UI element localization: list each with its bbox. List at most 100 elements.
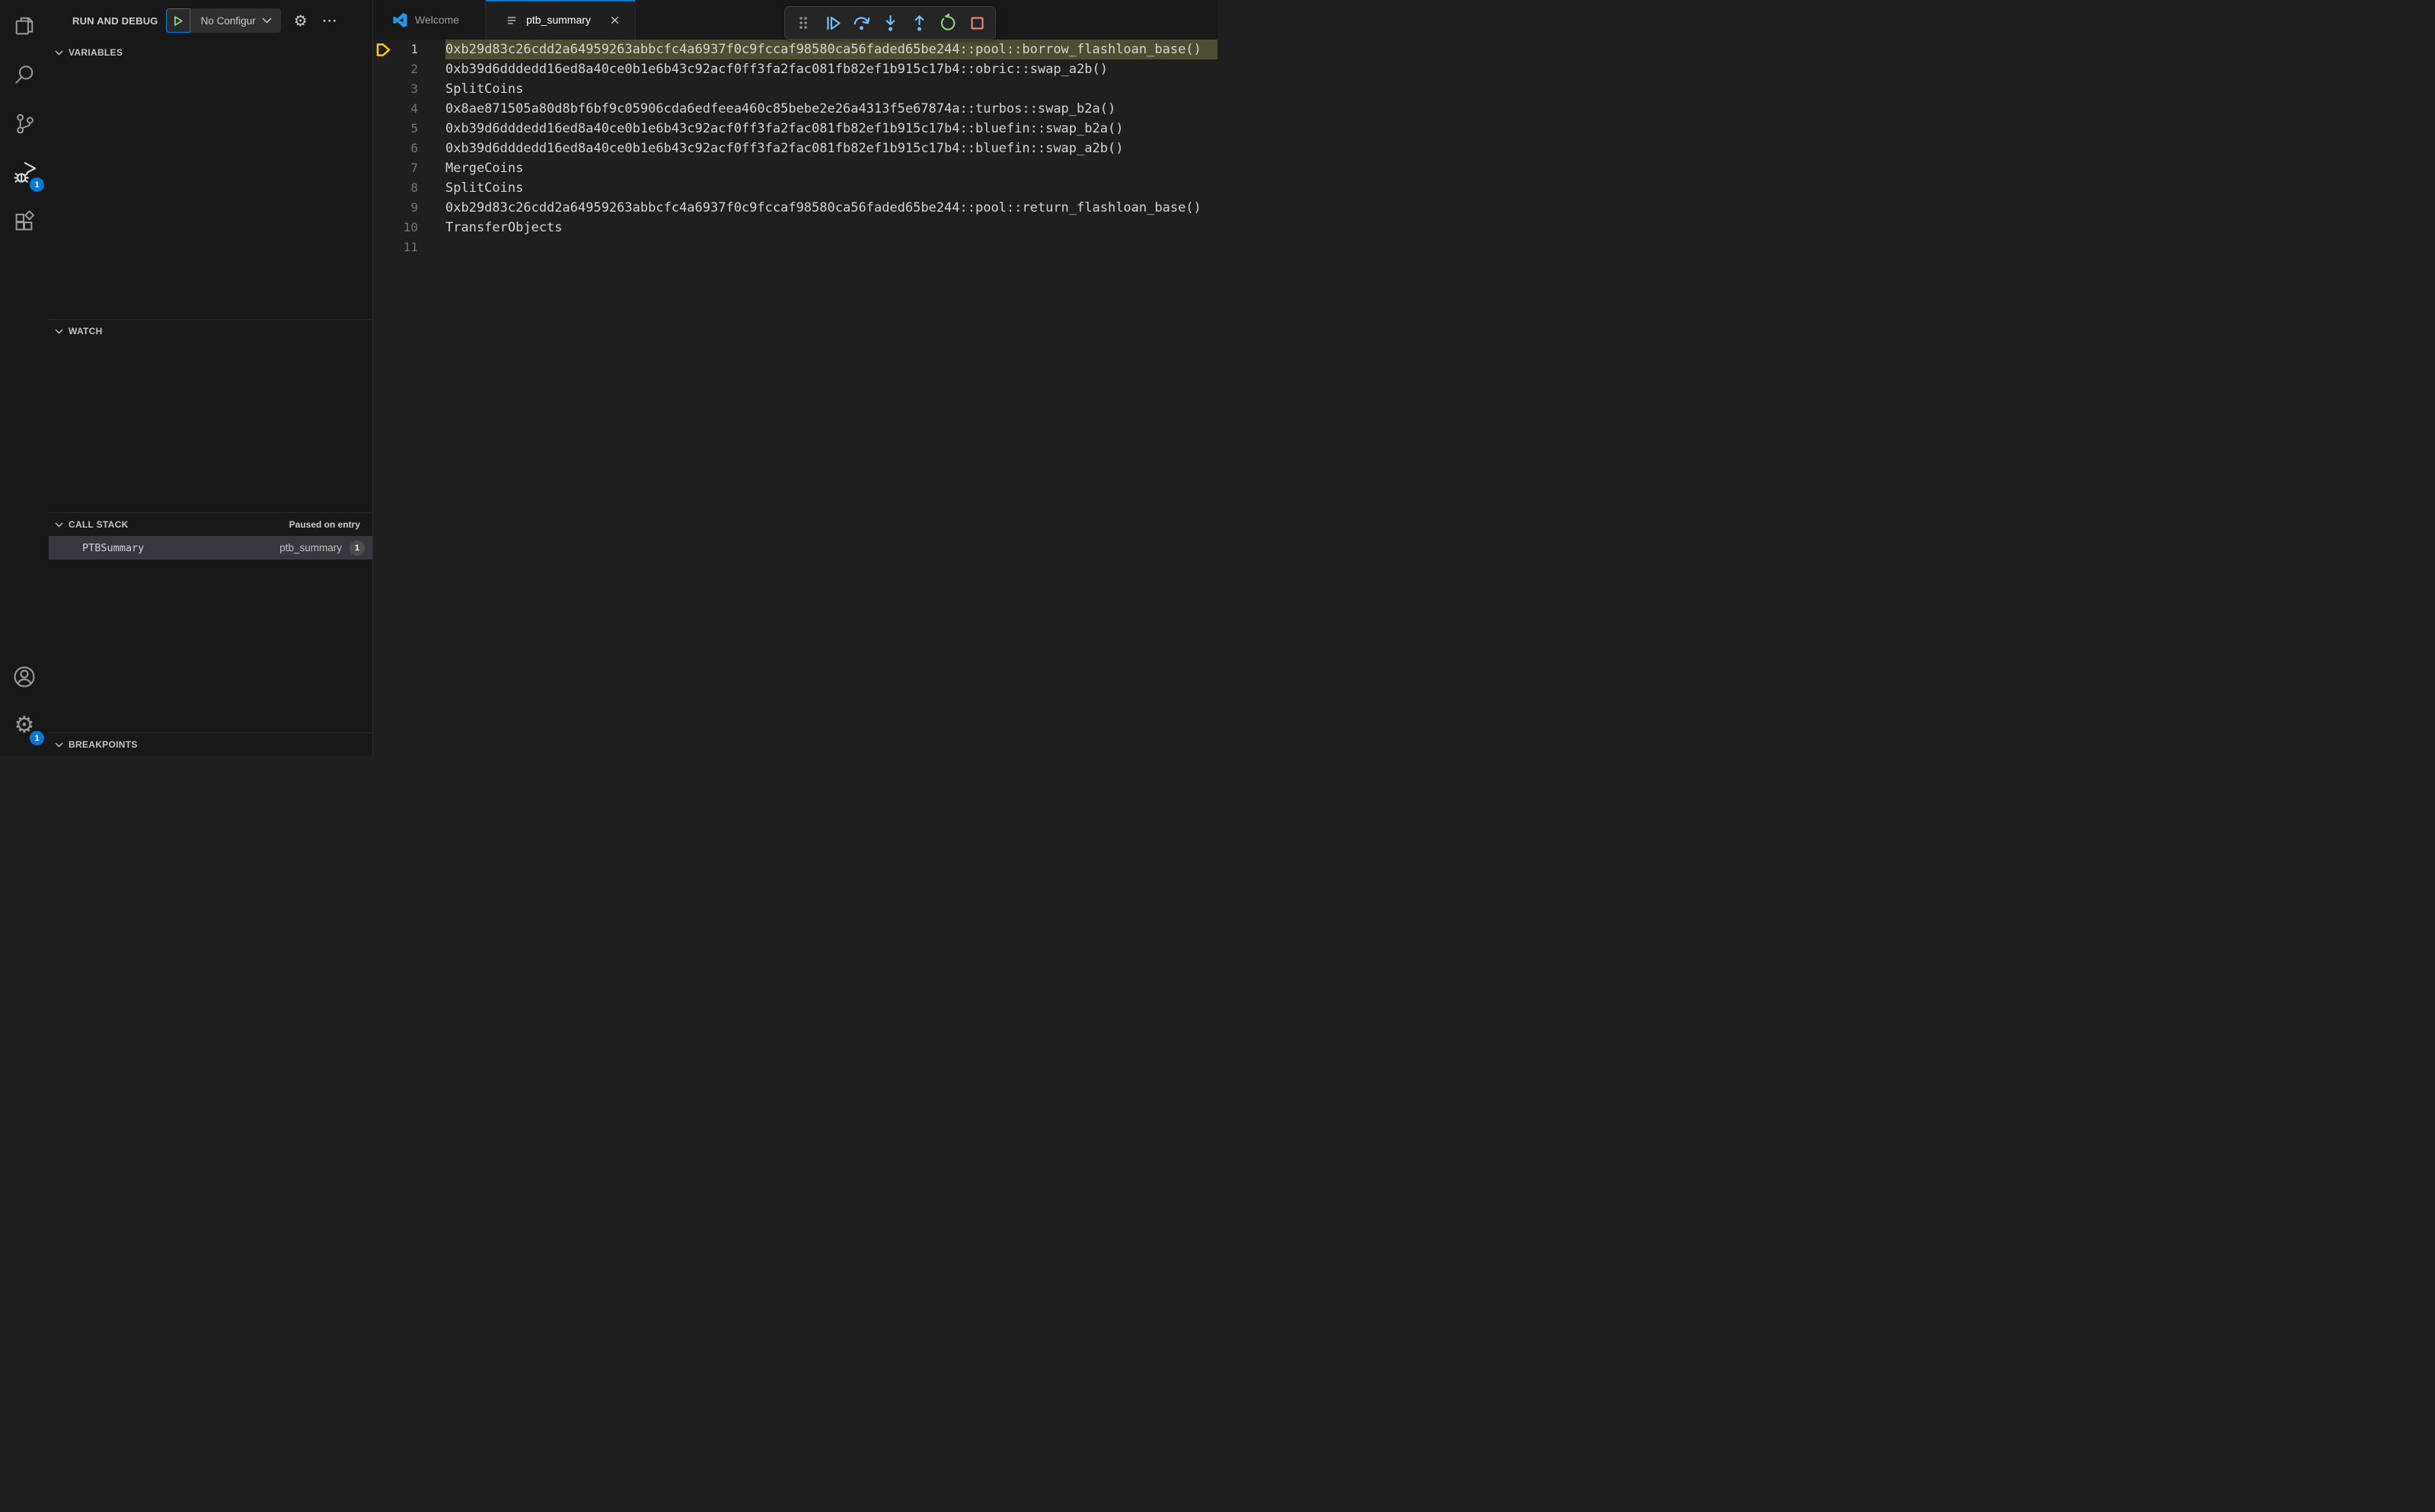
editor-gutter[interactable]: 5 xyxy=(373,119,445,139)
watch-section-header[interactable]: WATCH xyxy=(49,320,372,343)
line-text: MergeCoins xyxy=(445,161,524,176)
call-stack-list: PTBSummary ptb_summary 1 xyxy=(49,536,372,560)
variables-section: VARIABLES xyxy=(49,41,372,319)
debug-toolbar xyxy=(784,6,996,40)
call-stack-frame[interactable]: PTBSummary ptb_summary 1 xyxy=(49,536,372,560)
continue-button[interactable] xyxy=(820,11,844,35)
code-line[interactable]: 3 SplitCoins xyxy=(373,79,1218,99)
call-stack-title: CALL STACK xyxy=(69,519,129,531)
restart-button[interactable] xyxy=(936,11,960,35)
editor-gutter[interactable]: 3 xyxy=(373,79,445,99)
settings-gear-icon: ⚙ xyxy=(293,11,308,30)
line-text: 0xb29d83c26cdd2a64959263abbcfc4a6937f0c9… xyxy=(445,40,1218,59)
breakpoints-section-header[interactable]: BREAKPOINTS xyxy=(49,733,372,756)
breakpoints-section: BREAKPOINTS xyxy=(49,732,372,756)
line-text: 0xb39d6dddedd16ed8a40ce0b1e6b43c92acf0ff… xyxy=(445,121,1124,136)
activity-item-extensions[interactable] xyxy=(6,203,43,239)
tab-ptb-summary[interactable]: ptb_summary xyxy=(486,0,636,40)
toolbar-drag-handle[interactable] xyxy=(791,11,815,35)
close-tab-button[interactable] xyxy=(608,12,623,27)
editor-gutter[interactable]: 2 xyxy=(373,59,445,79)
code-line[interactable]: 11 xyxy=(373,238,1218,257)
frame-name: PTBSummary xyxy=(82,541,145,554)
step-out-button[interactable] xyxy=(907,11,931,35)
activity-item-run-and-debug[interactable]: 1 xyxy=(6,154,44,192)
tab-welcome-label: Welcome xyxy=(415,14,460,26)
tab-welcome[interactable]: Welcome xyxy=(373,0,487,40)
close-icon xyxy=(611,16,619,24)
line-number: 7 xyxy=(410,161,418,175)
activity-item-accounts[interactable] xyxy=(6,659,43,695)
activity-item-settings[interactable]: ⚙ 1 xyxy=(6,707,44,745)
debug-step-out-icon xyxy=(914,14,924,31)
editor-gutter[interactable]: 6 xyxy=(373,139,445,158)
vscode-logo-icon xyxy=(393,12,407,27)
step-into-button[interactable] xyxy=(878,11,902,35)
extensions-icon xyxy=(15,210,34,231)
chevron-down-icon xyxy=(55,742,63,748)
watch-section: WATCH xyxy=(49,319,372,512)
call-stack-status: Paused on entry xyxy=(289,519,360,531)
line-text xyxy=(445,238,1218,257)
call-stack-section-header[interactable]: CALL STACK Paused on entry xyxy=(49,513,372,536)
code-line[interactable]: 7 MergeCoins xyxy=(373,158,1218,178)
debug-configuration-dropdown[interactable]: No Configur xyxy=(190,8,281,33)
activity-item-source-control[interactable] xyxy=(6,105,43,142)
source-control-icon xyxy=(17,113,34,134)
sidebar-header: RUN AND DEBUG No Configur ⚙ ··· xyxy=(49,0,372,41)
debug-stop-icon xyxy=(970,16,984,30)
code-line[interactable]: 8 SplitCoins xyxy=(373,178,1218,198)
variables-section-header[interactable]: VARIABLES xyxy=(49,41,372,64)
stop-button[interactable] xyxy=(965,11,989,35)
code-line[interactable]: 4 0x8ae871505a80d8bf6bf9c05906cda6edfeea4… xyxy=(373,99,1218,119)
start-debug-control: No Configur xyxy=(165,8,281,33)
code-line[interactable]: 9 0xb29d83c26cdd2a64959263abbcfc4a6937f0c… xyxy=(373,198,1218,218)
debug-configuration-label: No Configur xyxy=(200,14,256,27)
start-play-icon xyxy=(174,15,183,26)
chevron-down-icon xyxy=(262,18,272,24)
editor-gutter[interactable]: 9 xyxy=(373,198,445,218)
frame-source: ptb_summary xyxy=(279,542,342,554)
editor-gutter[interactable]: 7 xyxy=(373,158,445,178)
editor-gutter[interactable]: 10 xyxy=(373,218,445,238)
call-stack-section: CALL STACK Paused on entry PTBSummary ptb… xyxy=(49,512,372,732)
code-line[interactable]: 1 0xb29d83c26cdd2a64959263abbcfc4a6937f0c… xyxy=(373,40,1218,59)
debug-badge: 1 xyxy=(30,177,44,192)
chevron-down-icon xyxy=(55,329,63,334)
start-debug-button[interactable] xyxy=(165,8,190,33)
activity-item-explorer[interactable] xyxy=(6,8,43,44)
files-icon xyxy=(15,17,34,35)
vscode-window: 1 ⚙ 1 RUN AND DEBUG No Configur ⚙ ··· VA… xyxy=(0,0,1218,756)
more-actions-button[interactable]: ··· xyxy=(321,11,340,30)
breakpoints-title: BREAKPOINTS xyxy=(69,739,138,751)
debug-continue-icon xyxy=(826,16,841,30)
line-number: 9 xyxy=(410,200,418,215)
activity-item-search[interactable] xyxy=(6,56,43,93)
code-line[interactable]: 5 0xb39d6dddedd16ed8a40ce0b1e6b43c92acf0f… xyxy=(373,119,1218,139)
line-text: TransferObjects xyxy=(445,220,563,235)
code-line[interactable]: 10 TransferObjects xyxy=(373,218,1218,238)
editor-gutter[interactable]: 1 xyxy=(373,40,445,59)
editor-gutter[interactable]: 4 xyxy=(373,99,445,119)
code-area: 1 0xb29d83c26cdd2a64959263abbcfc4a6937f0c… xyxy=(373,40,1218,756)
debug-settings-button[interactable]: ⚙ xyxy=(291,11,311,30)
editor-gutter[interactable]: 11 xyxy=(373,238,445,257)
code-line[interactable]: 2 0xb39d6dddedd16ed8a40ce0b1e6b43c92acf0f… xyxy=(373,59,1218,79)
debug-step-into-icon xyxy=(886,14,895,31)
editor-group: Welcome ptb_summary 1 0xb29d83c26cdd2a64… xyxy=(373,0,1218,756)
line-number: 8 xyxy=(410,180,418,195)
debug-step-over-icon xyxy=(854,16,870,30)
settings-badge: 1 xyxy=(30,731,44,745)
line-number: 10 xyxy=(403,220,418,234)
step-over-button[interactable] xyxy=(849,11,873,35)
line-text: 0xb29d83c26cdd2a64959263abbcfc4a6937f0c9… xyxy=(445,200,1202,215)
debug-stopped-arrow-icon xyxy=(376,43,391,56)
line-text: 0xb39d6dddedd16ed8a40ce0b1e6b43c92acf0ff… xyxy=(445,141,1124,156)
editor-gutter[interactable]: 8 xyxy=(373,178,445,198)
code-line[interactable]: 6 0xb39d6dddedd16ed8a40ce0b1e6b43c92acf0f… xyxy=(373,139,1218,158)
activity-bar-bottom: ⚙ 1 xyxy=(6,659,44,756)
search-icon xyxy=(15,65,34,84)
frame-line-badge: 1 xyxy=(349,540,365,556)
line-number: 11 xyxy=(403,240,418,254)
code-lines: 1 0xb29d83c26cdd2a64959263abbcfc4a6937f0c… xyxy=(373,40,1218,257)
